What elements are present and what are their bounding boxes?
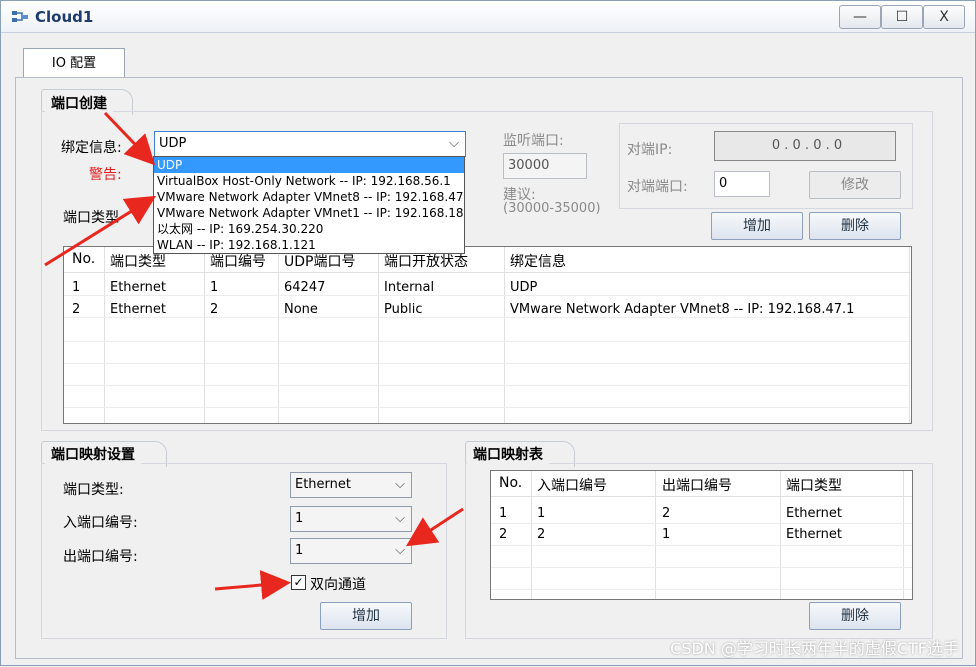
col-header: No. (499, 475, 523, 491)
dropdown-option[interactable]: UDP (154, 157, 464, 173)
port-map-table[interactable]: No. 入端口编号 出端口编号 端口类型 1 1 2 Ethernet 2 2 … (490, 470, 913, 600)
bidirectional-checkbox[interactable]: ✓ (291, 575, 306, 590)
dropdown-option[interactable]: VirtualBox Host-Only Network -- IP: 192.… (154, 173, 464, 189)
col-header: 端口开放状态 (384, 254, 468, 270)
port-type-label: 端口类型 (63, 210, 119, 226)
peer-ip-input[interactable]: 0 . 0 . 0 . 0 (714, 131, 896, 161)
dropdown-option[interactable]: VMware Network Adapter VMnet1 -- IP: 192… (154, 205, 464, 221)
port-table[interactable]: No. 端口类型 端口编号 UDP端口号 端口开放状态 绑定信息 1 Ether… (63, 246, 912, 424)
map-table-group-label: 端口映射表 (467, 444, 549, 464)
map-type-value: Ethernet (295, 477, 351, 492)
in-port-label: 入端口编号: (63, 515, 138, 531)
in-port-combo[interactable]: 1 ⌵ (290, 506, 412, 532)
delete-mapping-button[interactable]: 删除 (809, 602, 901, 630)
bind-info-combo[interactable]: UDP ⌵ (154, 131, 466, 157)
col-header: UDP端口号 (284, 254, 356, 270)
col-header: No. (72, 251, 96, 267)
listen-port-input[interactable]: 30000 (503, 153, 587, 179)
col-header: 入端口编号 (537, 478, 607, 494)
col-header: 绑定信息 (510, 254, 566, 270)
dropdown-option[interactable]: WLAN -- IP: 192.168.1.121 (154, 237, 464, 253)
close-button[interactable]: X (923, 5, 965, 29)
map-table-header: No. 入端口编号 出端口编号 端口类型 (491, 471, 912, 497)
minimize-button[interactable]: — (839, 5, 881, 29)
map-type-label: 端口类型: (63, 482, 124, 498)
out-port-value: 1 (295, 543, 304, 558)
out-port-label: 出端口编号: (63, 549, 138, 565)
chevron-down-icon: ⌵ (449, 136, 459, 151)
bind-info-dropdown-list[interactable]: UDP VirtualBox Host-Only Network -- IP: … (153, 156, 465, 254)
cloud1-window: Cloud1 — ☐ X IO 配置 端口创建 绑定信息: UDP ⌵ 警告: … (0, 0, 976, 666)
bidirectional-label: 双向通道 (310, 577, 366, 593)
watermark: CSDN @学习时长两年半的虚假CTF选手 (670, 639, 959, 658)
in-port-value: 1 (295, 511, 304, 526)
out-port-combo[interactable]: 1 ⌵ (290, 538, 412, 564)
tab-io-config[interactable]: IO 配置 (23, 48, 125, 78)
peer-ip-label: 对端IP: (627, 142, 673, 158)
col-header: 出端口编号 (662, 478, 732, 494)
port-create-group-label: 端口创建 (45, 93, 113, 113)
warning-label: 警告: (89, 167, 122, 183)
cloud-app-icon (12, 11, 28, 22)
title-bar: Cloud1 — ☐ X (1, 1, 975, 33)
chevron-down-icon: ⌵ (395, 543, 405, 558)
col-header: 端口类型 (110, 254, 166, 270)
bind-info-label: 绑定信息: (61, 140, 122, 156)
add-mapping-button[interactable]: 增加 (320, 602, 412, 630)
add-port-button[interactable]: 增加 (711, 212, 803, 240)
window-title: Cloud1 (35, 8, 94, 26)
chevron-down-icon: ⌵ (395, 511, 405, 526)
peer-port-label: 对端端口: (627, 179, 688, 195)
col-header: 端口类型 (786, 478, 842, 494)
suggest-range: (30000-35000) (503, 201, 601, 216)
map-settings-group-label: 端口映射设置 (45, 444, 141, 464)
col-header: 端口编号 (210, 254, 266, 270)
bind-info-value: UDP (159, 136, 187, 151)
dropdown-option[interactable]: VMware Network Adapter VMnet8 -- IP: 192… (154, 189, 464, 205)
chevron-down-icon: ⌵ (395, 477, 405, 492)
map-type-combo[interactable]: Ethernet ⌵ (290, 472, 412, 498)
dropdown-option[interactable]: 以太网 -- IP: 169.254.30.220 (154, 221, 464, 237)
delete-port-button[interactable]: 删除 (809, 212, 901, 240)
modify-button[interactable]: 修改 (809, 171, 901, 199)
peer-port-input[interactable]: 0 (714, 171, 770, 197)
maximize-button[interactable]: ☐ (881, 5, 923, 29)
listen-port-label: 监听端口: (503, 133, 564, 149)
